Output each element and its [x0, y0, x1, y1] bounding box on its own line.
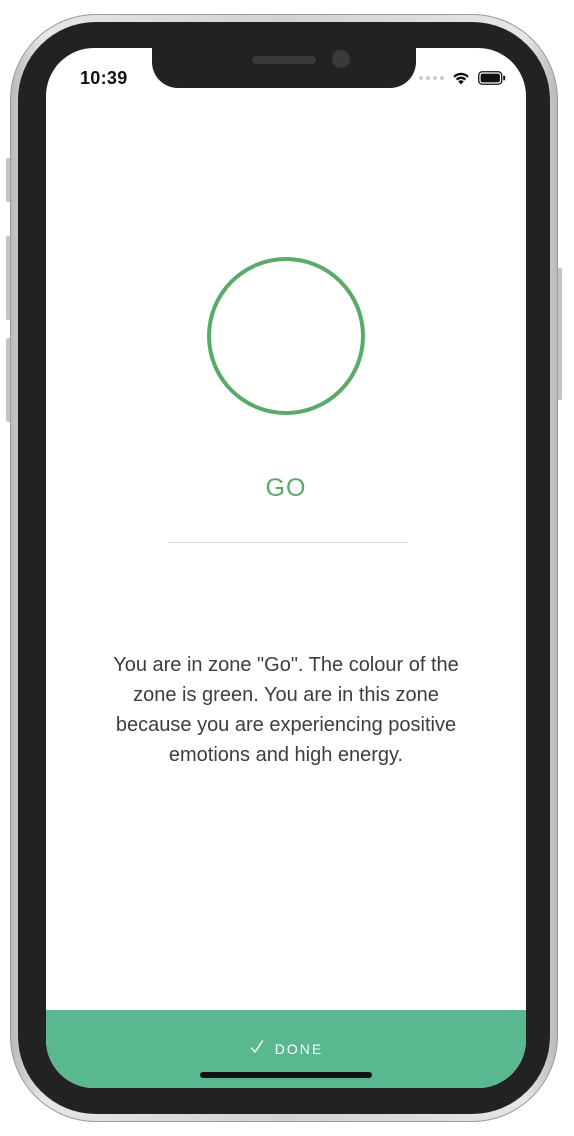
zone-description: You are in zone "Go". The colour of the …: [113, 654, 459, 766]
home-indicator[interactable]: [200, 1072, 372, 1078]
front-camera: [332, 50, 350, 68]
zone-title: GO: [265, 474, 307, 502]
wifi-icon: [452, 71, 470, 85]
status-indicators: [419, 70, 506, 86]
divider: [168, 542, 408, 543]
device-frame: 10:39 GO You are in zone "Go". The colou…: [0, 0, 574, 1136]
zone-circle: [207, 257, 365, 415]
notch: [152, 48, 416, 88]
status-time: 10:39: [80, 68, 128, 88]
battery-icon: [478, 71, 506, 85]
check-icon: [249, 1039, 265, 1060]
done-button-content: DONE: [249, 1039, 324, 1060]
speaker-grille: [252, 56, 316, 64]
done-label: DONE: [274, 1041, 324, 1057]
app-screen: 10:39 GO You are in zone "Go". The colou…: [46, 48, 526, 1088]
signal-dots-icon: [419, 76, 444, 80]
